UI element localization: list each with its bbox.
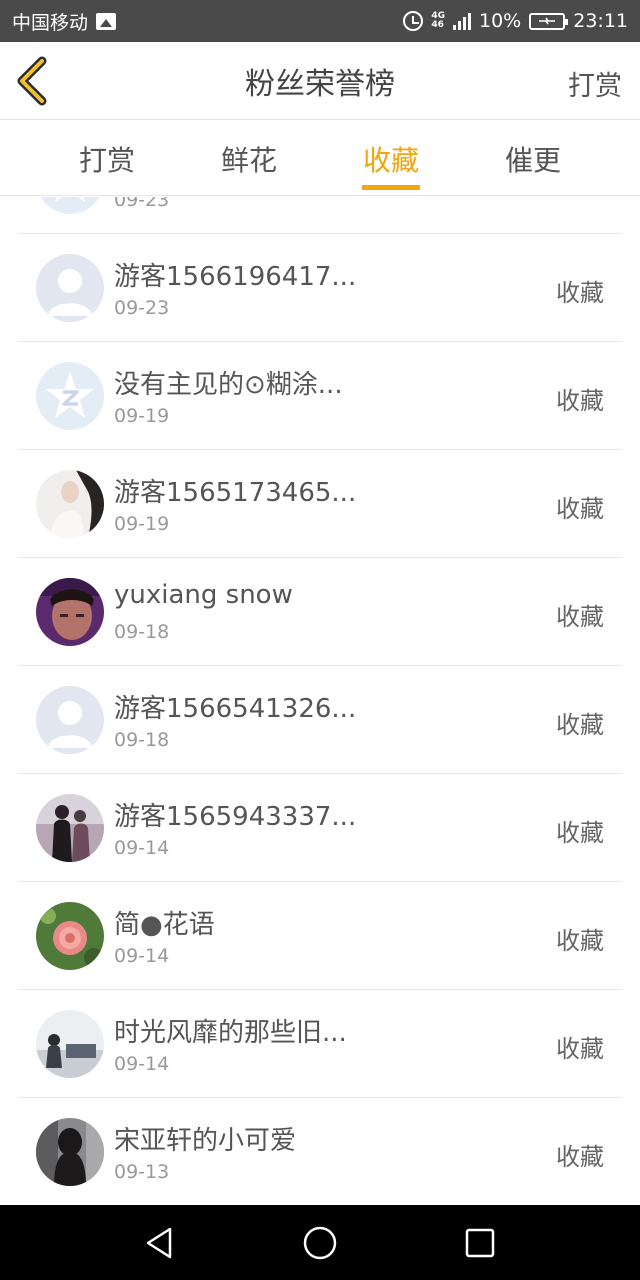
user-nickname: 时光风靡的那些旧... <box>114 1018 347 1048</box>
status-bar: 中国移动 4G 46 10% 23:11 <box>0 0 640 42</box>
action-type-label: 收藏 <box>556 1143 604 1171</box>
entry-date: 09-13 <box>114 1161 170 1183</box>
alarm-icon <box>403 11 424 31</box>
entry-date: 09-14 <box>114 1053 170 1075</box>
tab-urge-update[interactable]: 催更 <box>483 139 583 179</box>
user-nickname: yuxiang snow <box>114 580 293 610</box>
carrier-label: 中国移动 <box>12 11 89 34</box>
action-type-label: 收藏 <box>556 603 604 631</box>
image-notification-icon <box>96 12 117 30</box>
entry-date: 09-23 <box>114 197 170 211</box>
action-type-label: 收藏 <box>556 927 604 955</box>
page-title: 粉丝荣誉榜 <box>245 66 395 102</box>
action-type-label: 收藏 <box>556 279 604 307</box>
list-item[interactable]: 没有主见的⊙糊涂... 09-19 收藏 <box>0 342 640 450</box>
user-nickname: 游客1565173465... <box>114 478 357 508</box>
star-avatar <box>36 197 104 214</box>
photo-flower-avatar <box>36 902 104 970</box>
list-item[interactable]: 游客1566196417... 09-23 收藏 <box>0 234 640 342</box>
clock: 23:11 <box>573 10 628 32</box>
list-item[interactable]: 简●花语 09-14 收藏 <box>0 882 640 990</box>
action-type-label: 收藏 <box>556 495 604 523</box>
star-avatar <box>36 362 104 430</box>
signal-icon <box>453 12 471 30</box>
reward-button[interactable]: 打赏 <box>568 64 622 103</box>
user-nickname: 游客1566196417... <box>114 262 357 292</box>
tab-favorites[interactable]: 收藏 <box>341 139 441 179</box>
photo-couple-avatar <box>36 794 104 862</box>
list-item[interactable]: 游客1565173465... 09-19 收藏 <box>0 450 640 558</box>
action-type-label: 收藏 <box>556 819 604 847</box>
user-nickname: 没有主见的⊙糊涂... <box>114 370 343 400</box>
tab-flowers[interactable]: 鲜花 <box>199 139 299 179</box>
entry-date: 09-19 <box>114 405 170 427</box>
entry-date: 09-19 <box>114 513 170 535</box>
action-type-label: 收藏 <box>556 711 604 739</box>
photo-woman-avatar <box>36 470 104 538</box>
photo-girl-avatar <box>36 1118 104 1186</box>
entry-date: 09-14 <box>114 945 170 967</box>
recent-apps-nav-icon[interactable] <box>462 1225 498 1261</box>
entry-date: 09-18 <box>114 729 170 751</box>
list-item[interactable]: yuxiang snow 09-18 收藏 <box>0 558 640 666</box>
photo-car-avatar <box>36 1010 104 1078</box>
entry-date: 09-18 <box>114 621 170 643</box>
home-nav-icon[interactable] <box>302 1225 338 1261</box>
list-item[interactable]: 游客1566541326... 09-18 收藏 <box>0 666 640 774</box>
user-nickname: 游客1566541326... <box>114 694 357 724</box>
active-tab-indicator <box>362 185 420 190</box>
list-item[interactable]: 时光风靡的那些旧... 09-14 收藏 <box>0 990 640 1098</box>
user-nickname: 简●花语 <box>114 910 215 940</box>
user-nickname: 游客1565943337... <box>114 802 357 832</box>
app-header: 粉丝荣誉榜 打赏 <box>0 42 640 120</box>
user-nickname: 宋亚轩的小可爱 <box>114 1126 297 1156</box>
entry-date: 09-14 <box>114 837 170 859</box>
fan-list[interactable]: 09-23 游客1566196417... 09-23 收藏 没有主见的⊙糊涂... 09… <box>0 197 640 1205</box>
back-button[interactable] <box>12 56 60 106</box>
default-person-avatar <box>36 686 104 754</box>
chevron-left-icon <box>17 56 47 106</box>
action-type-label: 收藏 <box>556 1035 604 1063</box>
photo-man-avatar <box>36 578 104 646</box>
list-item[interactable]: 09-23 <box>0 197 640 234</box>
system-nav-bar <box>0 1205 640 1280</box>
entry-date: 09-23 <box>114 297 170 319</box>
tab-reward[interactable]: 打赏 <box>57 139 157 179</box>
list-item[interactable]: 游客1565943337... 09-14 收藏 <box>0 774 640 882</box>
list-item[interactable]: 宋亚轩的小可爱 09-13 收藏 <box>0 1098 640 1205</box>
network-type-label: 4G 46 <box>431 11 445 30</box>
battery-percent: 10% <box>479 10 522 32</box>
action-type-label: 收藏 <box>556 387 604 415</box>
back-nav-icon[interactable] <box>142 1225 178 1261</box>
default-person-avatar <box>36 254 104 322</box>
tab-bar: 打赏 鲜花 收藏 催更 <box>0 121 640 196</box>
battery-charging-icon <box>529 12 569 30</box>
